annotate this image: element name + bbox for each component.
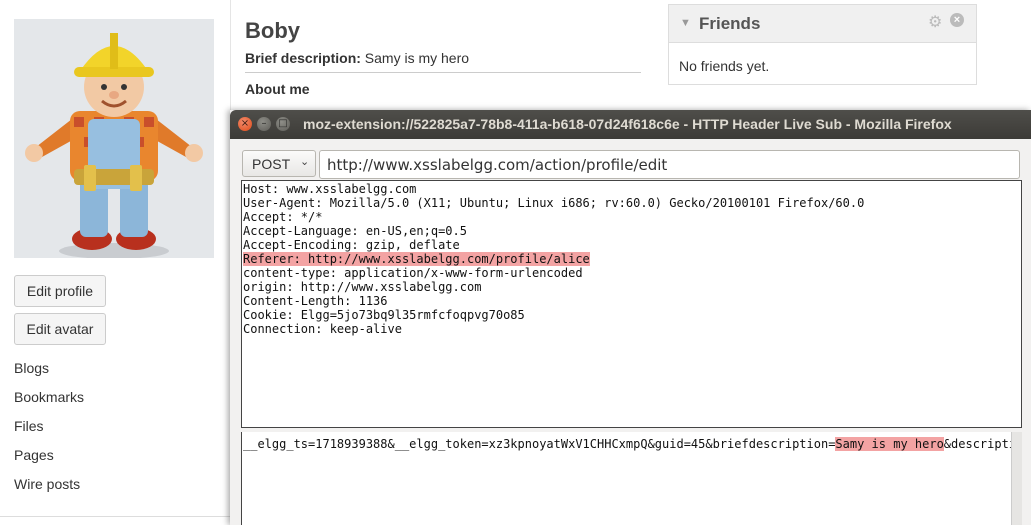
friends-widget: ▼ Friends ⚙ × No friends yet. [668, 4, 977, 85]
edit-profile-button[interactable]: Edit profile [14, 275, 106, 307]
maximize-icon[interactable]: □ [276, 117, 290, 131]
link-wire-posts[interactable]: Wire posts [14, 474, 84, 503]
header-line: Content-Length: 1136 [243, 294, 388, 308]
method-value: POST [252, 156, 291, 172]
method-select[interactable]: POST ⌄ [242, 150, 316, 177]
url-input[interactable]: http://www.xsslabelgg.com/action/profile… [319, 150, 1020, 179]
close-icon[interactable]: × [950, 13, 964, 27]
minimize-icon[interactable]: – [257, 117, 271, 131]
link-pages[interactable]: Pages [14, 445, 84, 474]
vertical-scrollbar[interactable] [1011, 432, 1022, 525]
request-body-textarea[interactable]: __elgg_ts=1718939388&__elgg_token=xz3kpn… [241, 432, 1011, 525]
brief-description: Brief description: Samy is my hero [245, 50, 469, 66]
divider [0, 516, 230, 517]
chevron-down-icon: ⌄ [300, 155, 310, 168]
gear-icon[interactable]: ⚙ [928, 12, 942, 32]
divider [245, 72, 641, 73]
bob-the-builder-image [14, 19, 214, 258]
header-line: Accept-Language: en-US,en;q=0.5 [243, 224, 467, 238]
header-line: Connection: keep-alive [243, 322, 402, 336]
brief-description-label: Brief description: [245, 50, 361, 66]
profile-links: Blogs Bookmarks Files Pages Wire posts [14, 358, 84, 503]
header-line: User-Agent: Mozilla/5.0 (X11; Ubuntu; Li… [243, 196, 865, 210]
friends-empty-text: No friends yet. [679, 58, 770, 74]
header-line-referer: Referer: http://www.xsslabelgg.com/profi… [243, 252, 1021, 266]
request-headers-textarea[interactable]: Host: www.xsslabelgg.com User-Agent: Moz… [241, 180, 1022, 428]
header-line: Host: www.xsslabelgg.com [243, 182, 417, 196]
request-body-line: __elgg_ts=1718939388&__elgg_token=xz3kpn… [243, 437, 1011, 451]
header-line: content-type: application/x-www-form-url… [243, 266, 583, 280]
referer-highlight: Referer: http://www.xsslabelgg.com/profi… [243, 252, 590, 266]
window-titlebar[interactable]: × – □ moz-extension://522825a7-78b8-411a… [230, 110, 1031, 139]
header-line: Accept-Encoding: gzip, deflate [243, 238, 460, 252]
friends-widget-title: Friends [699, 14, 761, 33]
link-bookmarks[interactable]: Bookmarks [14, 387, 84, 416]
profile-avatar [14, 19, 214, 258]
brief-description-value: Samy is my hero [364, 50, 470, 66]
profile-name: Boby [245, 18, 300, 43]
link-files[interactable]: Files [14, 416, 84, 445]
edit-avatar-button[interactable]: Edit avatar [14, 313, 106, 345]
body-highlight: Samy is my hero [835, 437, 944, 451]
link-blogs[interactable]: Blogs [14, 358, 84, 387]
body-text: __elgg_ts=1718939388&__elgg_token=xz3kpn… [243, 437, 836, 451]
header-line: origin: http://www.xsslabelgg.com [243, 280, 482, 294]
window-title: moz-extension://522825a7-78b8-411a-b618-… [303, 116, 952, 132]
friends-widget-header: ▼ Friends ⚙ × [669, 5, 976, 43]
header-line: Accept: */* [243, 210, 323, 224]
close-icon[interactable]: × [238, 117, 252, 131]
body-text: &description= [943, 437, 1011, 451]
header-line: Cookie: Elgg=5jo73bq9l35rmfcfoqpvg70o85 [243, 308, 525, 322]
about-me-heading: About me [245, 81, 310, 97]
http-header-live-window: × – □ moz-extension://522825a7-78b8-411a… [230, 110, 1031, 525]
caret-down-icon[interactable]: ▼ [680, 17, 691, 29]
